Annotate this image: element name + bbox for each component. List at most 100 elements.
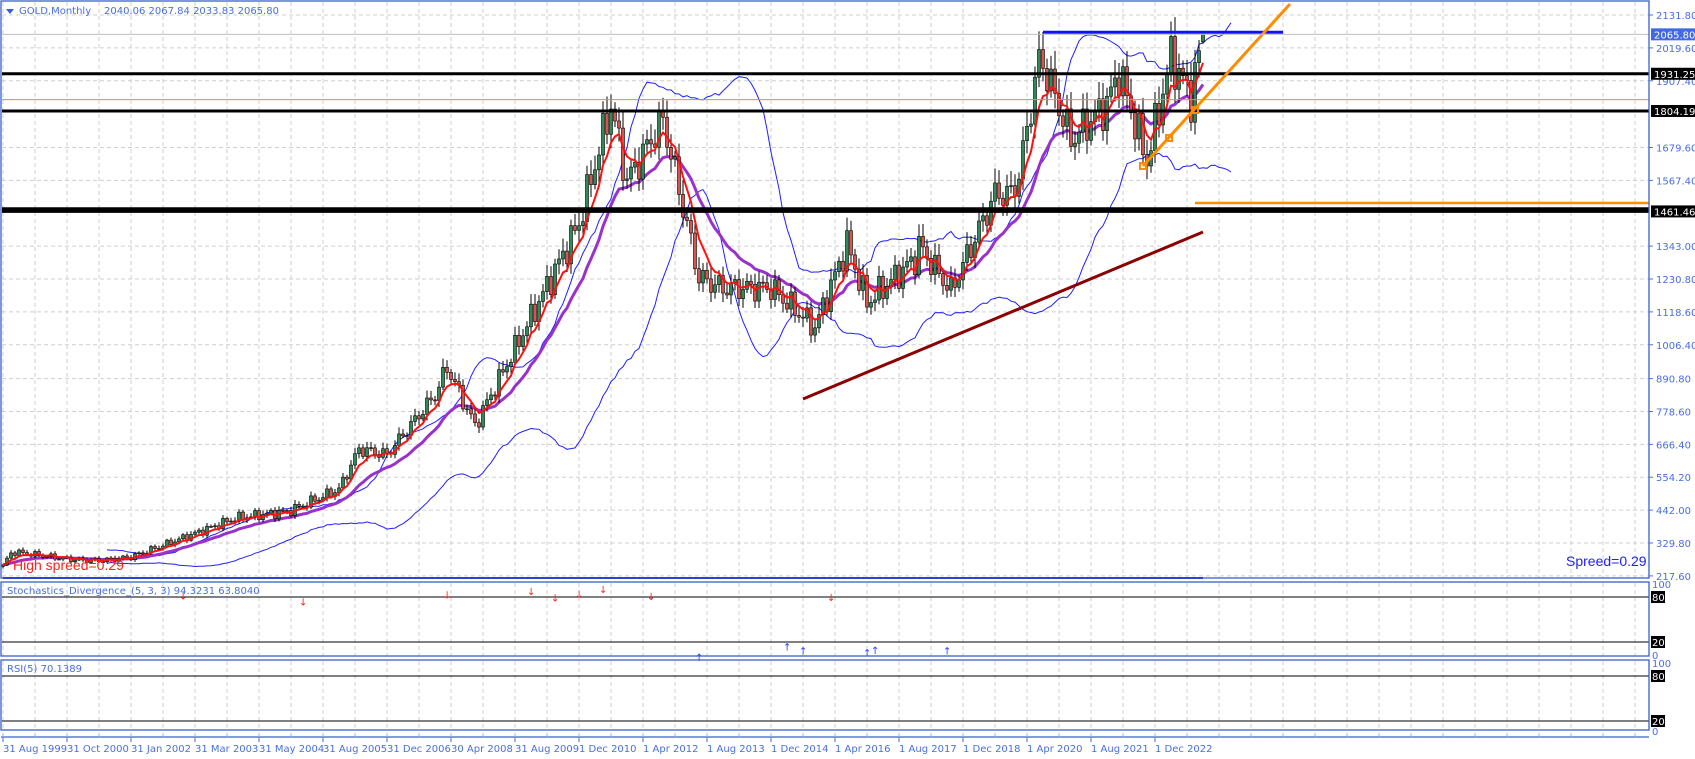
candle-body: [869, 302, 873, 308]
candle-body: [581, 221, 585, 227]
candle-body: [997, 182, 1001, 199]
candle-body: [521, 335, 525, 347]
candle: [865, 268, 869, 313]
candle: [457, 373, 461, 393]
candle-body: [165, 539, 169, 547]
candle: [137, 551, 141, 555]
rsi-panel[interactable]: [2, 577, 1649, 722]
time-axis-label: 31 Aug 2005: [323, 744, 387, 755]
candle: [757, 271, 761, 308]
candle: [701, 263, 705, 293]
candle-body: [761, 281, 765, 284]
candle-body: [473, 413, 477, 423]
candle-body: [729, 283, 733, 296]
candle-body: [397, 433, 401, 446]
price-axis-label: 890.80: [1656, 375, 1691, 386]
candle: [1009, 171, 1013, 194]
candle-body: [749, 280, 753, 285]
time-axis-label: 31 Dec 2006: [387, 744, 451, 755]
candle: [1109, 73, 1113, 103]
candle-body: [225, 518, 229, 523]
candle-body: [1137, 113, 1141, 140]
candle: [977, 208, 981, 248]
candle: [1125, 51, 1129, 111]
candle-body: [361, 447, 365, 457]
candle-body: [841, 260, 845, 272]
candle-body: [705, 269, 709, 280]
candle-body: [13, 552, 17, 556]
high-spread-label: High spreed=0.29: [13, 557, 124, 573]
candle-body: [405, 435, 409, 437]
candle: [505, 359, 509, 379]
candle: [593, 155, 597, 190]
candle-body: [681, 194, 685, 218]
candle-body: [1001, 197, 1005, 206]
candle-body: [313, 495, 317, 502]
candle: [821, 291, 825, 324]
candle: [709, 267, 713, 302]
candle: [993, 168, 997, 214]
candle: [813, 318, 817, 343]
candle: [933, 243, 937, 285]
time-axis-label: 1 Aug 2013: [707, 744, 765, 755]
long-term-support-line: [802, 230, 1204, 401]
level-tag-label: 80: [1652, 672, 1665, 683]
candle-body: [169, 539, 173, 545]
candle: [221, 515, 225, 532]
candle-body: [649, 139, 653, 145]
candle-body: [1201, 34, 1205, 43]
candle-body: [809, 307, 813, 336]
candle-body: [777, 279, 781, 296]
candle-body: [1097, 98, 1101, 111]
candle-body: [1009, 185, 1013, 187]
candle-body: [941, 273, 945, 286]
price-axis-label: 778.60: [1656, 407, 1691, 418]
gold-monthly-chart[interactable]: ↓↓↓ ↓↓ ↓ ↓↓↑↑ ↑↓↑ ↑ ↑ 2131.802019.601907.40167…: [0, 0, 1695, 759]
candle: [605, 96, 609, 145]
candle-body: [601, 112, 605, 156]
candle-body: [897, 264, 901, 289]
candle: [1025, 110, 1029, 154]
candle-body: [617, 120, 621, 129]
candle: [569, 219, 573, 274]
collapse-triangle-icon[interactable]: [6, 9, 14, 14]
candle-body: [785, 302, 789, 310]
candle-body: [1045, 68, 1049, 92]
candle-body: [1073, 142, 1077, 147]
candle: [381, 442, 385, 460]
main-price-panel[interactable]: [1, 2, 1650, 569]
candle: [1057, 78, 1061, 126]
stochastic-label: Stochastics_Divergence_(5, 3, 3) 94.3231…: [7, 586, 260, 597]
chart-ohlc: 2040.06 2067.84 2033.83 2065.80: [104, 6, 279, 17]
level-tag-label: 80: [1652, 593, 1665, 604]
candle: [445, 360, 449, 380]
candle: [429, 390, 433, 405]
candle: [761, 275, 765, 293]
candle: [345, 474, 349, 484]
candle-body: [1113, 77, 1117, 88]
candle-body: [17, 549, 21, 556]
stoch-sell-arrow-icon: ↓: [443, 590, 451, 601]
candle: [1049, 55, 1053, 98]
candle-body: [481, 405, 485, 428]
candle: [857, 258, 861, 296]
candle: [1117, 62, 1121, 108]
time-axis-label: 31 May 2004: [259, 744, 324, 755]
candle: [949, 266, 953, 297]
candle: [533, 293, 537, 326]
stoch-sell-arrow-icon: ↓: [827, 593, 835, 604]
candle-body: [849, 230, 853, 256]
candle-body: [357, 447, 361, 454]
candle-body: [741, 288, 745, 299]
candle: [1073, 131, 1077, 160]
candle-body: [281, 510, 285, 512]
candle-body: [945, 285, 949, 291]
stoch-sell-arrow-icon: ↓: [527, 587, 535, 598]
candle-body: [501, 369, 505, 373]
candle-body: [525, 326, 529, 337]
candle-body: [369, 447, 373, 449]
candle-body: [933, 254, 937, 275]
candle: [997, 170, 1001, 205]
candle-body: [625, 178, 629, 181]
candle: [1141, 97, 1145, 164]
